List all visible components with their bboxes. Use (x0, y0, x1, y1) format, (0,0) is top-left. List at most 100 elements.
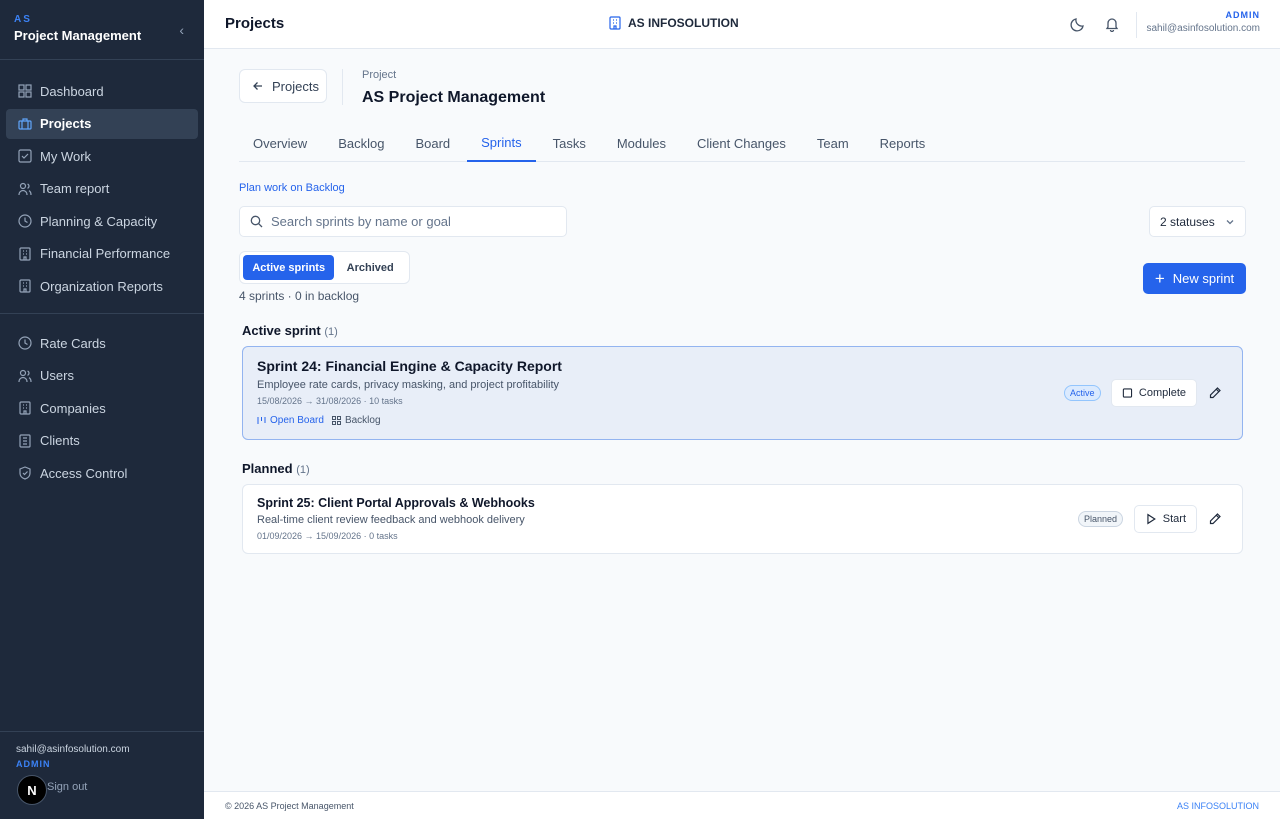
sidebar-user-email: sahil@asinfosolution.com (16, 744, 130, 755)
brand-short: AS (14, 14, 32, 25)
briefcase-icon (18, 117, 32, 130)
project-name: AS Project Management (362, 89, 546, 106)
tab-modules[interactable]: Modules (603, 125, 680, 162)
active-sprints-toggle[interactable]: Active sprints (243, 255, 335, 280)
sidebar-item-rate-cards[interactable]: Rate Cards (6, 328, 198, 358)
tab-backlog[interactable]: Backlog (324, 125, 398, 162)
sidebar-item-label: Projects (40, 116, 92, 131)
sprint-title[interactable]: Sprint 24: Financial Engine & Capacity R… (257, 358, 562, 374)
section-title-text: Planned (242, 461, 293, 476)
pencil-icon[interactable] (1208, 512, 1222, 526)
tab-team[interactable]: Team (803, 125, 863, 162)
sidebar-item-label: Clients (40, 433, 80, 448)
sprint-links: Open Board Backlog (257, 415, 381, 426)
sidebar-item-companies[interactable]: Companies (6, 393, 198, 423)
bell-icon[interactable] (1104, 16, 1120, 32)
tab-overview[interactable]: Overview (239, 125, 321, 162)
moon-icon[interactable] (1070, 16, 1086, 32)
section-title-text: Active sprint (242, 323, 321, 338)
check-square-icon (18, 149, 32, 163)
sidebar-item-label: My Work (40, 148, 92, 164)
sidebar-item-planning[interactable]: Planning & Capacity (6, 206, 198, 236)
sprint-count: 4 sprints · 0 in backlog (239, 289, 360, 303)
pencil-icon[interactable] (1208, 386, 1222, 400)
section-count: (1) (296, 464, 310, 476)
sidebar-item-financial[interactable]: Financial Performance (6, 239, 198, 269)
sidebar-item-access-control[interactable]: Access Control (6, 458, 198, 488)
building-icon (19, 401, 31, 415)
tab-sprints[interactable]: Sprints (467, 125, 536, 162)
sidebar-item-label: Rate Cards (40, 335, 106, 351)
sidebar-item-label: Organization Reports (40, 278, 163, 294)
project-tabs: Overview Backlog Board Sprints Tasks Mod… (239, 125, 1245, 162)
status-filter-value: 2 statuses (1160, 214, 1215, 229)
sidebar-user-role: ADMIN (16, 759, 51, 769)
shield-icon (19, 466, 31, 480)
main-content: Projects Project AS Project Management O… (204, 49, 1280, 791)
complete-sprint-button[interactable]: Complete (1111, 379, 1197, 407)
sidebar-item-clients[interactable]: Clients (6, 426, 198, 456)
sidebar-nav: Dashboard Projects My Work Team report P… (0, 60, 204, 488)
sidebar-item-org-reports[interactable]: Organization Reports (6, 271, 198, 301)
start-label: Start (1162, 513, 1186, 525)
clock-icon (18, 214, 32, 228)
project-label: Project (362, 69, 397, 81)
users-icon (18, 369, 32, 382)
search-input[interactable] (271, 214, 551, 229)
collapse-sidebar-icon[interactable]: ‹ (179, 22, 184, 38)
sidebar-item-projects[interactable]: Projects (6, 108, 198, 139)
open-board-link[interactable]: Open Board (257, 415, 324, 426)
status-badge: Planned (1078, 511, 1124, 527)
sidebar-item-dashboard[interactable]: Dashboard (6, 76, 198, 106)
sidebar-footer: sahil@asinfosolution.com ADMIN Sign out … (0, 731, 204, 819)
sidebar-item-label: Team report (40, 181, 110, 196)
tab-client-changes[interactable]: Client Changes (683, 125, 800, 162)
plus-icon: + (1154, 269, 1165, 288)
building-icon (609, 16, 621, 30)
start-sprint-button[interactable]: Start (1134, 505, 1197, 533)
backlog-label: Backlog (344, 415, 381, 426)
clock-icon (18, 336, 32, 350)
planned-section-title: Planned (1) (242, 461, 310, 476)
new-sprint-button[interactable]: + New sprint (1143, 263, 1246, 294)
section-count: (1) (324, 326, 338, 338)
sidebar-item-users[interactable]: Users (6, 361, 198, 391)
tab-board[interactable]: Board (401, 125, 464, 162)
nav-divider (0, 313, 204, 314)
sprint-search (239, 206, 567, 237)
sidebar-item-label: Financial Performance (40, 246, 171, 261)
grid-icon (331, 416, 341, 425)
copyright: © 2026 AS Project Management (225, 801, 354, 811)
archived-toggle[interactable]: Archived (334, 255, 406, 280)
org-switcher[interactable]: AS INFOSOLUTION (608, 16, 739, 30)
building-icon (19, 433, 31, 448)
avatar[interactable]: N (17, 775, 47, 805)
tab-reports[interactable]: Reports (866, 125, 940, 162)
sprint-meta: 01/09/2026 → 15/09/2026 · 0 tasks (257, 531, 398, 541)
footer-org: AS INFOSOLUTION (1176, 801, 1259, 811)
sidebar-item-label: Planning & Capacity (40, 213, 158, 229)
sidebar-item-label: Access Control (40, 465, 128, 481)
users-icon (18, 182, 32, 195)
back-to-projects-button[interactable]: Projects (239, 69, 327, 103)
sidebar-item-team-report[interactable]: Team report (6, 174, 198, 204)
sidebar-item-my-work[interactable]: My Work (6, 141, 198, 171)
arrow-left-icon (253, 82, 262, 90)
sprint-title[interactable]: Sprint 25: Client Portal Approvals & Web… (257, 496, 535, 510)
user-role: ADMIN (1225, 10, 1260, 20)
plan-on-backlog-link[interactable]: Plan work on Backlog (239, 182, 345, 194)
new-sprint-label: New sprint (1172, 271, 1235, 286)
back-label: Projects (272, 78, 319, 94)
backlog-link[interactable]: Backlog (331, 415, 381, 426)
brand-name: Project Management (14, 28, 142, 43)
user-menu[interactable]: ADMIN sahil@asinfosolution.com (1146, 10, 1260, 34)
tab-tasks[interactable]: Tasks (539, 125, 600, 162)
page-title: Projects (225, 15, 285, 32)
chevron-down-icon (1226, 219, 1234, 224)
sidebar-item-label: Users (40, 368, 74, 383)
status-filter-dropdown[interactable]: 2 statuses (1149, 206, 1246, 237)
org-name: AS INFOSOLUTION (628, 16, 739, 30)
play-icon (1147, 513, 1156, 525)
user-email: sahil@asinfosolution.com (1146, 23, 1260, 34)
header-divider (1136, 12, 1137, 38)
